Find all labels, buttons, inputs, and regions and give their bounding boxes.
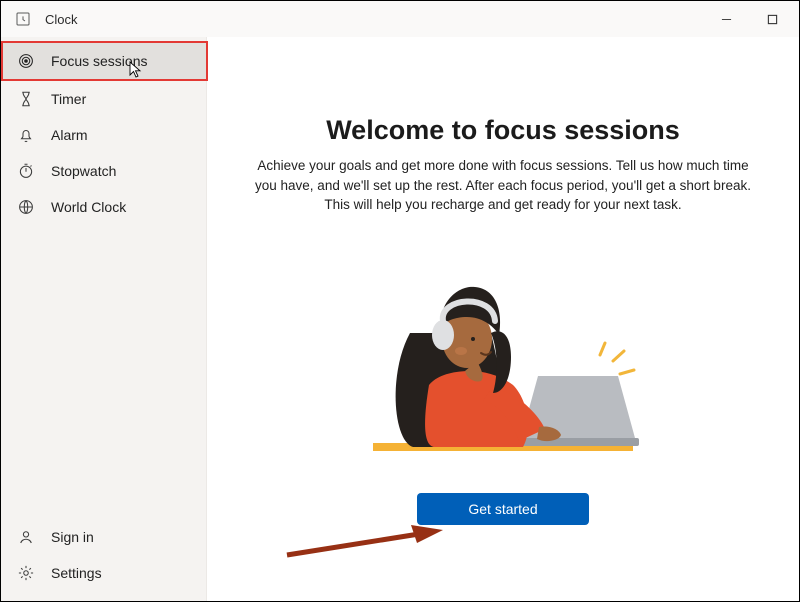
sidebar-item-world-clock[interactable]: World Clock [1,189,206,225]
bullseye-icon [17,52,35,70]
sidebar-item-label: Sign in [51,529,94,545]
sidebar-item-label: Settings [51,565,102,581]
clock-app-icon [15,11,31,27]
app-title: Clock [45,12,703,27]
page-description: Achieve your goals and get more done wit… [249,156,757,215]
sidebar-item-settings[interactable]: Settings [1,555,206,591]
person-icon [17,528,35,546]
hourglass-icon [17,90,35,108]
sidebar-item-label: Focus sessions [51,53,147,69]
sidebar-item-label: Alarm [51,127,88,143]
page-headline: Welcome to focus sessions [326,115,680,146]
globe-icon [17,198,35,216]
sidebar-item-label: Stopwatch [51,163,116,179]
main-content: Welcome to focus sessions Achieve your g… [207,37,799,601]
sidebar-nav-list: Focus sessions Timer [1,41,206,519]
sidebar-item-focus-sessions[interactable]: Focus sessions [1,41,206,81]
sidebar-item-sign-in[interactable]: Sign in [1,519,206,555]
sidebar-item-stopwatch[interactable]: Stopwatch [1,153,206,189]
minimize-button[interactable] [703,3,749,35]
stopwatch-icon [17,162,35,180]
sidebar-item-label: Timer [51,91,86,107]
sidebar: Focus sessions Timer [1,37,207,601]
sidebar-item-label: World Clock [51,199,126,215]
bell-icon [17,126,35,144]
maximize-button[interactable] [749,3,795,35]
titlebar: Clock [1,1,799,37]
gear-icon [17,564,35,582]
sidebar-item-alarm[interactable]: Alarm [1,117,206,153]
focus-illustration [343,243,663,463]
sidebar-bottom: Sign in Settings [1,519,206,601]
get-started-button[interactable]: Get started [417,493,589,525]
sidebar-item-timer[interactable]: Timer [1,81,206,117]
